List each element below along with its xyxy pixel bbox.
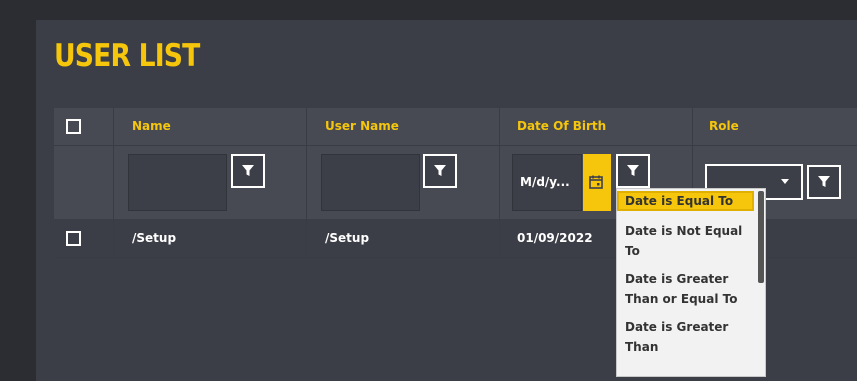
filter-icon — [627, 165, 639, 176]
cell-name: /Setup — [132, 231, 177, 245]
row-checkbox[interactable] — [66, 231, 81, 246]
menu-item-date-not-equal[interactable]: Date is Not Equal To — [617, 221, 754, 261]
column-header-username[interactable]: User Name — [325, 119, 399, 133]
date-of-birth-filter-input[interactable]: M/d/y... — [512, 154, 582, 211]
column-header-role[interactable]: Role — [709, 119, 739, 133]
column-header-date-of-birth[interactable]: Date Of Birth — [517, 119, 606, 133]
filter-icon — [242, 165, 254, 176]
menu-scrollbar[interactable] — [758, 191, 764, 283]
date-filter-operator-menu: Date is Equal To Date is Not Equal To Da… — [616, 188, 766, 377]
chevron-down-icon — [781, 179, 789, 184]
date-of-birth-filter-button[interactable] — [616, 154, 650, 188]
cell-date-of-birth: 01/09/2022 — [517, 231, 593, 245]
column-header-name[interactable]: Name — [132, 119, 171, 133]
menu-item-date-greater-or-equal[interactable]: Date is Greater Than or Equal To — [617, 269, 754, 309]
name-filter-input[interactable] — [128, 154, 227, 211]
menu-item-date-equal[interactable]: Date is Equal To — [617, 191, 754, 211]
calendar-icon — [589, 175, 603, 189]
user-list-panel: USER LIST Name User Name Date Of Birth R… — [36, 20, 857, 381]
filter-icon — [434, 165, 446, 176]
role-filter-button[interactable] — [807, 165, 841, 199]
select-all-checkbox[interactable] — [66, 119, 81, 134]
name-filter-button[interactable] — [231, 154, 265, 188]
username-filter-button[interactable] — [423, 154, 457, 188]
date-placeholder: M/d/y... — [520, 175, 570, 189]
menu-item-date-greater[interactable]: Date is Greater Than — [617, 317, 754, 357]
username-filter-input[interactable] — [321, 154, 420, 211]
cell-username: /Setup — [325, 231, 370, 245]
filter-icon — [818, 176, 830, 187]
page-title: USER LIST — [54, 38, 200, 74]
calendar-button[interactable] — [583, 154, 611, 211]
